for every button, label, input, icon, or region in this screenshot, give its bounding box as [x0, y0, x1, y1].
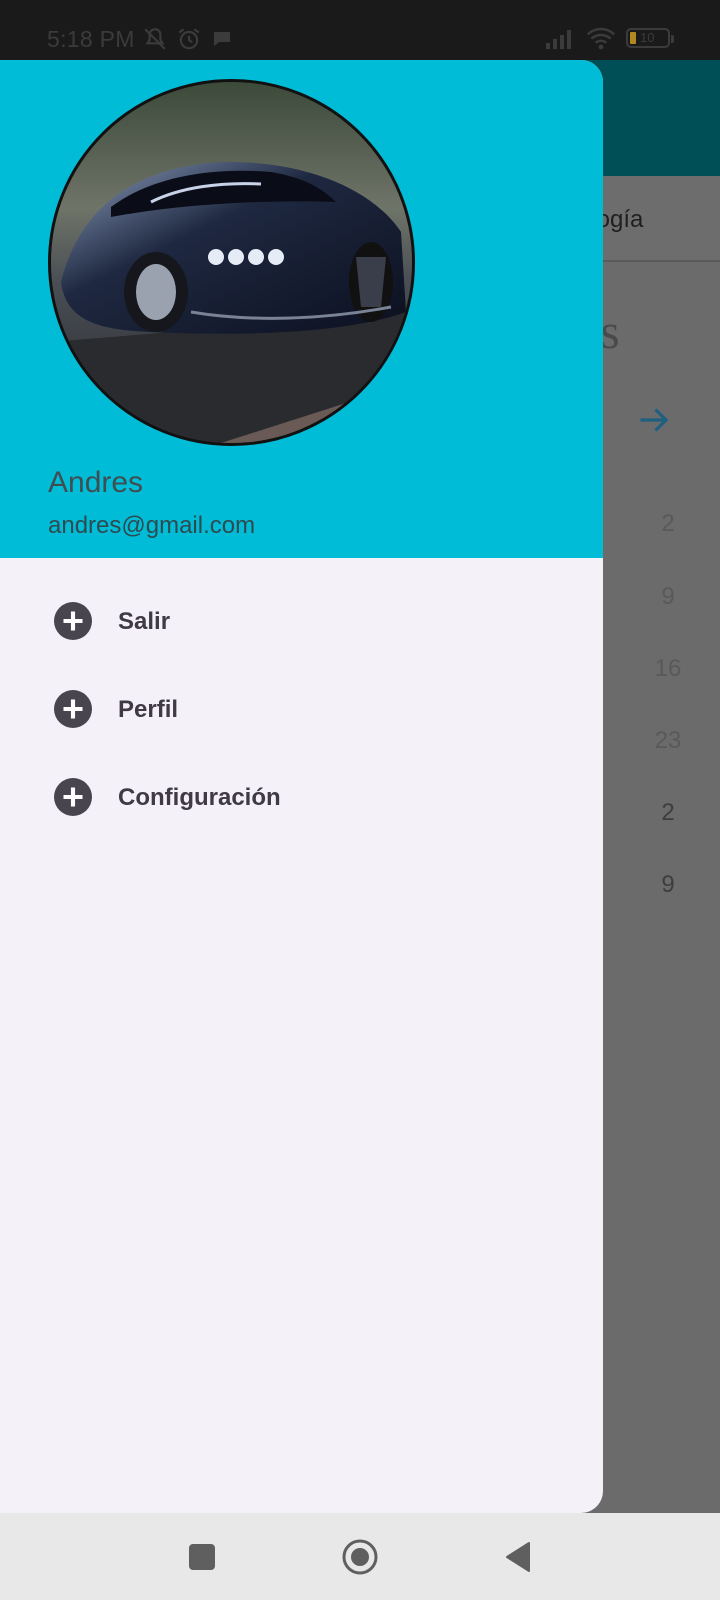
background-number: 16	[654, 655, 682, 682]
signal-icon	[546, 30, 571, 49]
square-icon	[189, 1544, 215, 1570]
chat-bubble-icon	[214, 32, 230, 46]
user-email: andres@gmail.com	[48, 512, 256, 539]
status-icons-right: 10	[546, 26, 674, 50]
system-nav-bar	[0, 1513, 720, 1600]
battery-fill	[630, 32, 636, 44]
status-bar: 5:18 PM 10	[0, 0, 720, 60]
car-photo	[51, 82, 412, 443]
recents-square-button[interactable]	[180, 1535, 224, 1579]
status-icons-left	[142, 26, 234, 52]
menu-item-label: Configuración	[118, 784, 281, 811]
background-number: 2	[661, 799, 675, 826]
menu-item-label: Perfil	[118, 696, 179, 723]
drawer-menu: Salir Perfil Configuración	[0, 578, 603, 842]
back-triangle-icon	[506, 1542, 530, 1572]
alarm-icon	[178, 28, 200, 50]
add-circle-icon	[54, 690, 92, 728]
add-circle-icon	[54, 602, 92, 640]
home-circle-icon	[342, 1539, 378, 1575]
drawer-header: Andres andres@gmail.com	[0, 60, 603, 558]
user-name: Andres	[48, 466, 144, 499]
wifi-icon	[586, 27, 616, 50]
add-circle-icon	[54, 778, 92, 816]
menu-item-salir[interactable]: Salir	[0, 578, 603, 666]
menu-item-label: Salir	[118, 608, 171, 635]
back-triangle-button[interactable]	[496, 1535, 540, 1579]
bell-off-icon	[144, 28, 166, 50]
home-circle-button[interactable]	[338, 1535, 382, 1579]
background-number: 9	[661, 871, 675, 898]
arrow-forward-icon	[640, 408, 669, 432]
battery-level: 10	[640, 30, 655, 45]
menu-item-configuracion[interactable]: Configuración	[0, 754, 603, 842]
background-number: 9	[661, 583, 675, 610]
status-time: 5:18 PM	[47, 26, 135, 52]
avatar[interactable]	[48, 79, 415, 446]
battery-icon: 10	[626, 28, 674, 48]
background-number: 2	[661, 510, 675, 537]
navigation-drawer: Andres andres@gmail.com Salir Perfil Con…	[0, 60, 603, 1513]
background-number: 23	[654, 727, 682, 754]
battery-tip	[671, 35, 674, 43]
menu-item-perfil[interactable]: Perfil	[0, 666, 603, 754]
